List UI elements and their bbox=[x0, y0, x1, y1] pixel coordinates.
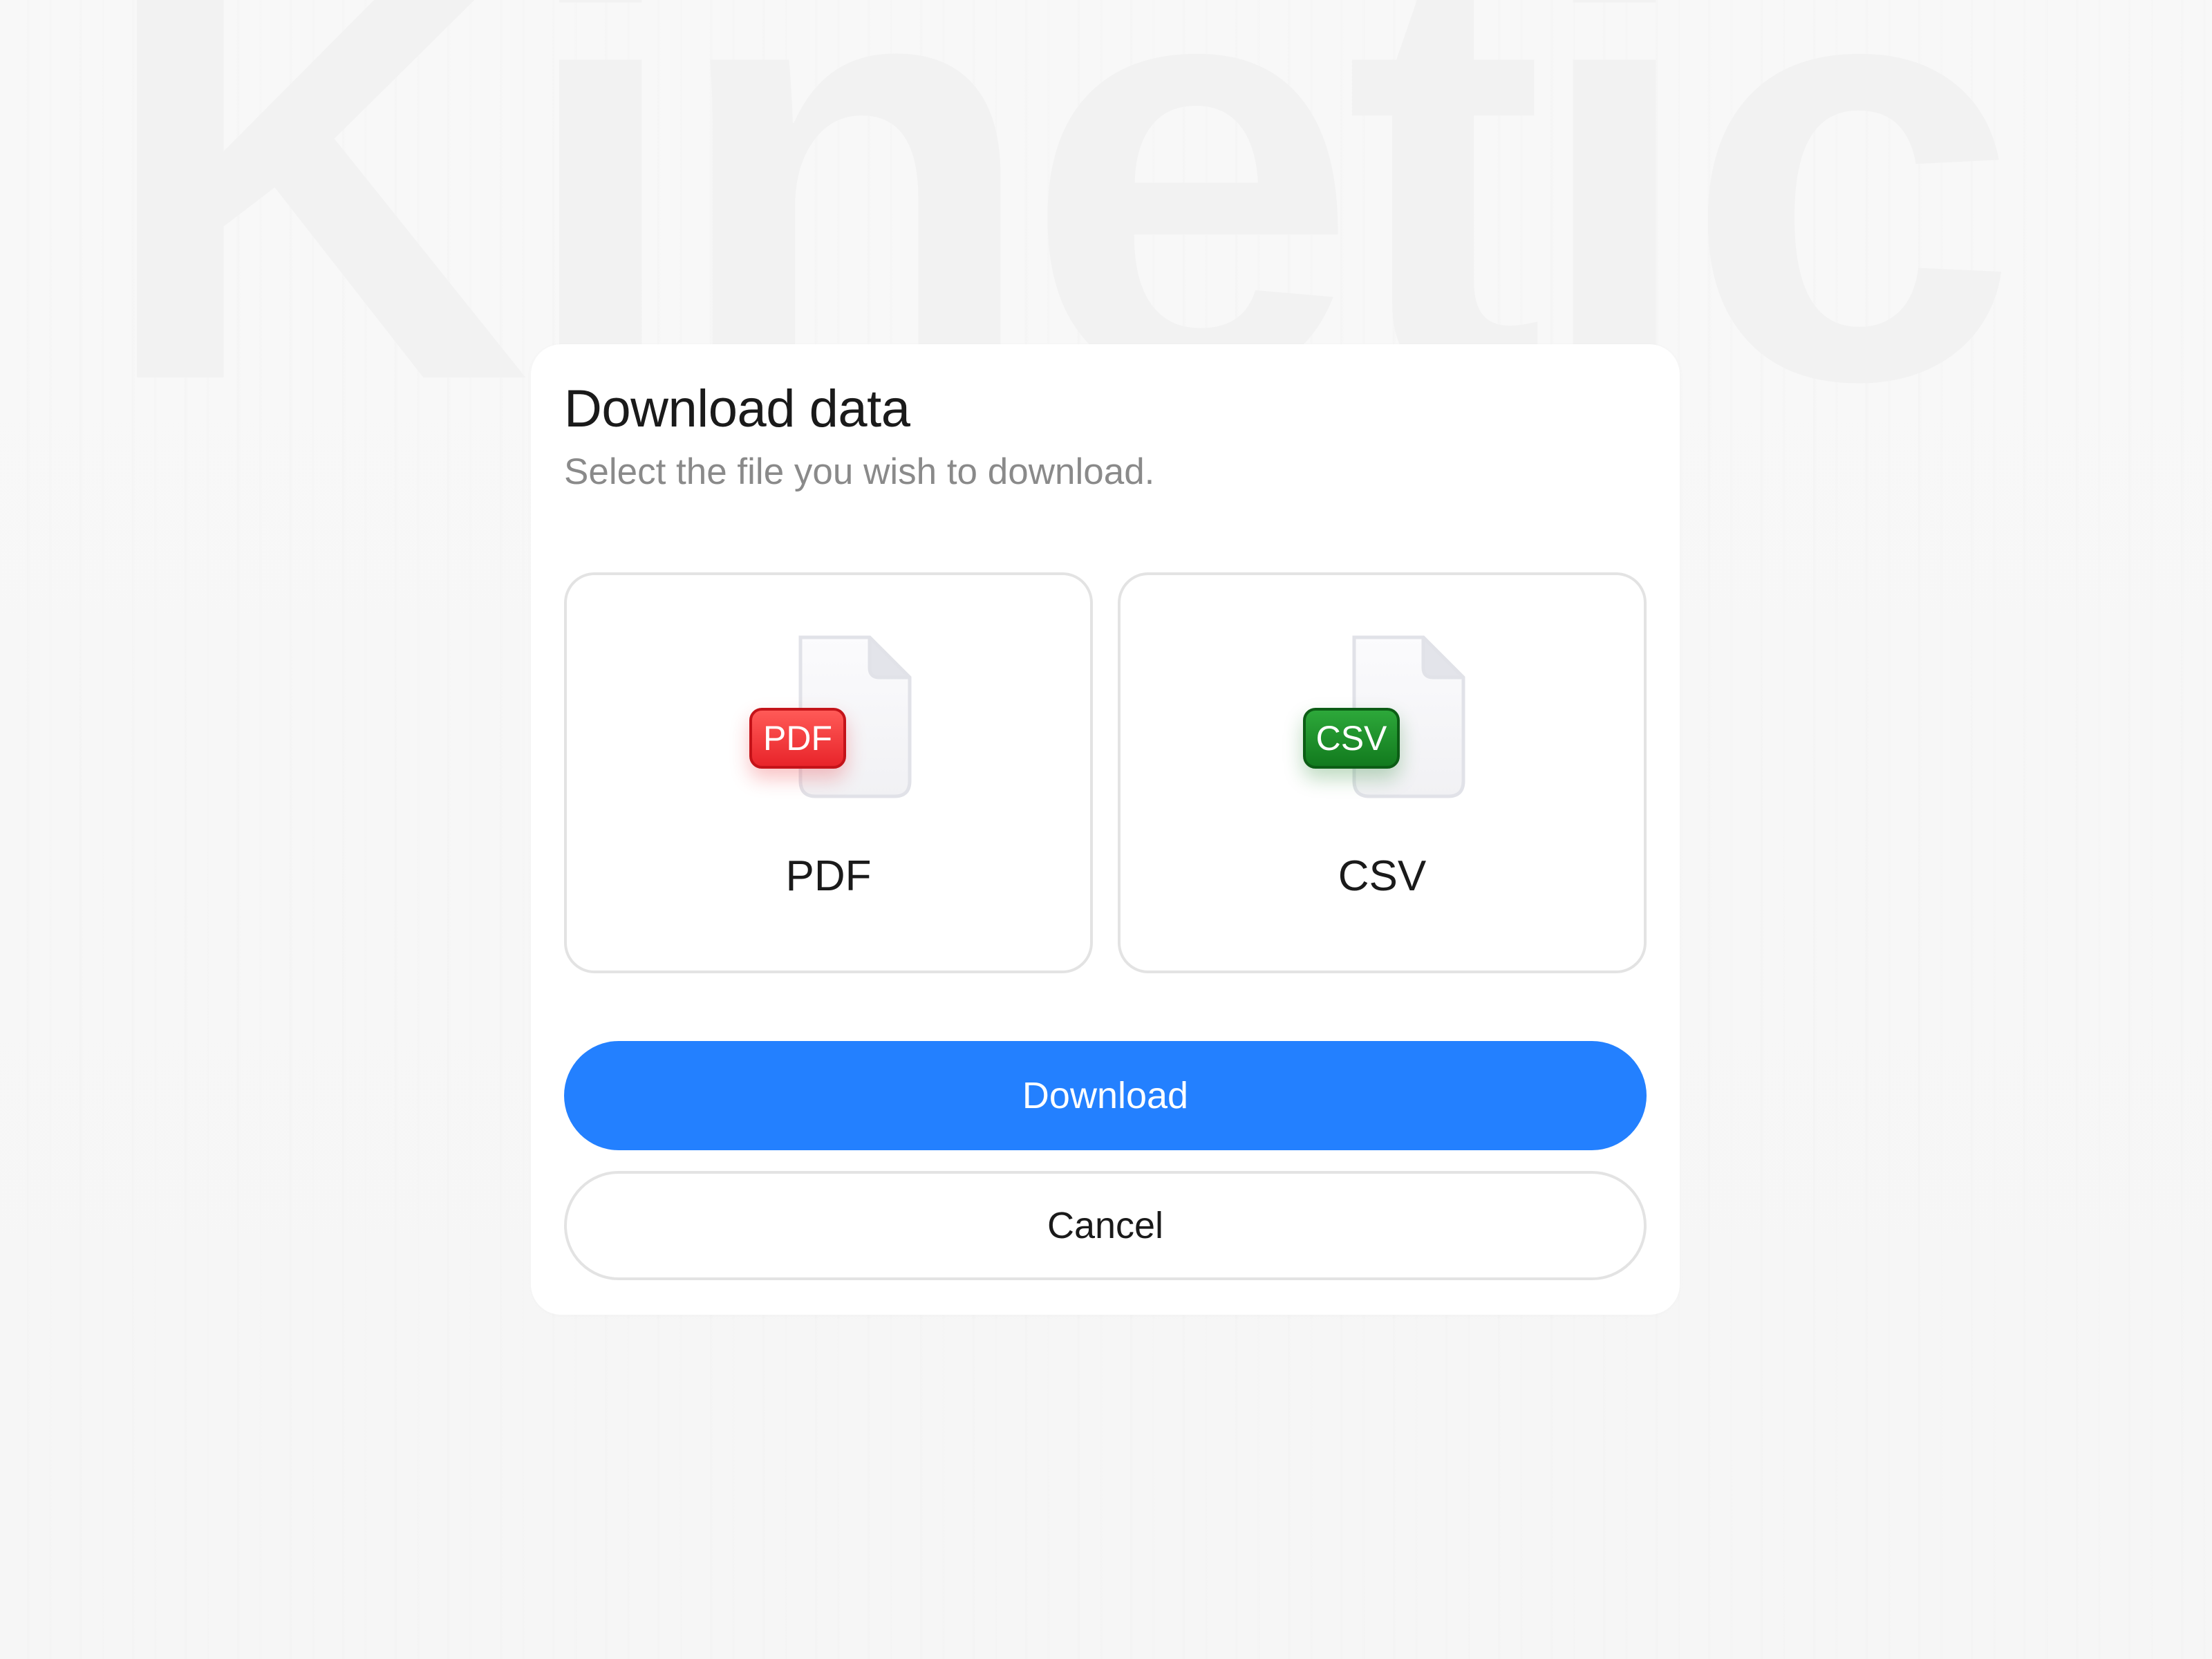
option-card-pdf[interactable]: PDF PDF bbox=[564, 572, 1093, 973]
option-card-csv[interactable]: CSV CSV bbox=[1118, 572, 1647, 973]
dialog-subtitle: Select the file you wish to download. bbox=[564, 451, 1155, 492]
option-label-csv: CSV bbox=[1338, 852, 1427, 900]
pdf-badge: PDF bbox=[749, 708, 846, 769]
cancel-button[interactable]: Cancel bbox=[564, 1171, 1647, 1280]
option-label-pdf: PDF bbox=[785, 852, 872, 900]
download-button[interactable]: Download bbox=[564, 1041, 1647, 1150]
csv-file-icon: CSV bbox=[1303, 635, 1469, 807]
pdf-file-icon: PDF bbox=[749, 635, 915, 807]
csv-badge: CSV bbox=[1303, 708, 1400, 769]
download-dialog: Download data Select the file you wish t… bbox=[531, 344, 1680, 1315]
dialog-title: Download data bbox=[564, 379, 910, 438]
file-type-options: PDF PDF CSV CSV bbox=[564, 572, 1647, 973]
